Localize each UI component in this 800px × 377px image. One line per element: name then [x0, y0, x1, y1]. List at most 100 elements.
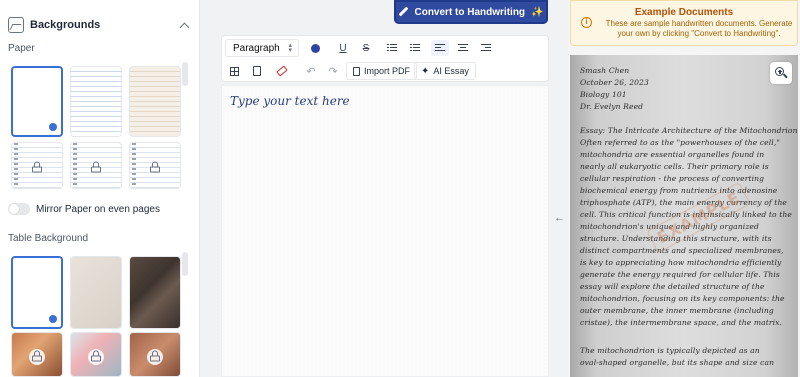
sample-line: Dr. Evelyn Reed — [580, 102, 644, 111]
sample-heading: Smash Chen October 26, 2023 Biology 101 … — [580, 65, 649, 113]
lock-icon — [32, 350, 42, 362]
numbered-list-button[interactable] — [406, 40, 424, 56]
image-icon — [8, 17, 24, 33]
undo-icon: ↶ — [306, 65, 316, 78]
sample-line: biochemical energy from nutrients into a… — [580, 186, 778, 195]
align-right-icon — [481, 44, 491, 52]
import-pdf-button[interactable]: Import PDF — [346, 62, 418, 80]
sparkles-icon: ✦ — [421, 65, 430, 77]
table-option-photo-3[interactable] — [129, 332, 181, 377]
convert-button-label: Convert to Handwriting — [414, 6, 526, 18]
import-pdf-label: Import PDF — [364, 66, 411, 76]
text-color-button[interactable] — [306, 40, 324, 56]
lock-icon — [150, 350, 160, 362]
sample-line: nearly all eukaryotic cells. Their prima… — [580, 162, 769, 171]
mirror-paper-row: Mirror Paper on even pages — [8, 203, 160, 215]
examples-panel: Example Documents i These are sample han… — [568, 0, 800, 377]
mirror-paper-label: Mirror Paper on even pages — [36, 203, 160, 215]
paper-option-lined[interactable] — [70, 66, 122, 137]
document-icon — [253, 66, 261, 76]
backgrounds-panel: Backgrounds Paper Mirror Paper on even p… — [0, 0, 200, 377]
example-documents-notice: Example Documents i These are sample han… — [570, 0, 798, 46]
paper-option-spiral-2[interactable] — [70, 142, 122, 189]
backgrounds-header[interactable]: Backgrounds — [8, 15, 192, 35]
chevron-up-icon[interactable] — [179, 22, 190, 32]
redo-button[interactable]: ↷ — [324, 63, 342, 79]
sample-line: essay will explore the detailed structur… — [580, 282, 765, 291]
bullet-list-icon — [387, 44, 397, 52]
sample-line: October 26, 2023 — [580, 78, 649, 87]
eraser-icon — [276, 65, 288, 77]
mirror-paper-toggle[interactable] — [8, 203, 30, 215]
underline-button[interactable]: U — [334, 40, 352, 56]
convert-to-handwriting-button[interactable]: Convert to Handwriting ✨ — [394, 0, 548, 24]
table-scrollbar[interactable] — [182, 252, 188, 276]
sample-line: mitochondria are essential organelles fo… — [580, 150, 765, 159]
paper-option-lined-warm[interactable] — [129, 66, 181, 137]
table-option-photo-2[interactable] — [70, 332, 122, 377]
sample-line: is key to appreciating how mitochondria … — [580, 258, 782, 267]
table-background-label: Table Background — [8, 233, 89, 244]
numbered-list-icon — [410, 44, 420, 52]
bullet-list-button[interactable] — [383, 40, 401, 56]
align-right-button[interactable] — [477, 40, 495, 56]
page-button[interactable] — [248, 63, 266, 79]
paper-label: Paper — [8, 43, 35, 54]
paper-option-spiral-1[interactable] — [11, 142, 63, 189]
align-center-icon — [458, 44, 468, 52]
backgrounds-title: Backgrounds — [30, 19, 101, 31]
ai-essay-button[interactable]: ✦ AI Essay — [414, 62, 476, 80]
table-icon — [229, 66, 239, 76]
align-left-icon — [435, 44, 445, 52]
editor-canvas[interactable]: Type your text here — [221, 85, 549, 377]
paper-grid — [8, 62, 190, 189]
table-button[interactable] — [225, 63, 243, 79]
sample-line: The mitochondrion is typically depicted … — [580, 346, 760, 355]
sparkle-icon: ✨ — [531, 6, 544, 18]
sample-line: mitochondrion, focusing on its key compo… — [580, 294, 785, 303]
notice-text: These are sample handwritten documents. … — [605, 19, 793, 38]
redo-icon: ↷ — [328, 65, 338, 78]
table-option-white[interactable] — [11, 256, 63, 329]
lock-icon — [32, 161, 42, 173]
align-center-button[interactable] — [454, 40, 472, 56]
table-option-light-wood[interactable] — [70, 256, 122, 329]
paper-option-blank[interactable] — [11, 66, 63, 137]
align-left-button[interactable] — [431, 40, 449, 56]
sample-tail: The mitochondrion is typically depicted … — [580, 345, 774, 369]
undo-button[interactable]: ↶ — [302, 63, 320, 79]
sample-document: Smash Chen October 26, 2023 Biology 101 … — [570, 55, 798, 377]
table-option-photo-1[interactable] — [11, 332, 63, 377]
sample-line: Smash Chen — [580, 66, 630, 75]
table-background-grid — [8, 252, 190, 377]
sample-line: Often referred to as the "powerhouses of… — [580, 138, 780, 147]
arrow-left-icon[interactable]: ← — [554, 212, 565, 224]
paper-option-spiral-3[interactable] — [129, 142, 181, 189]
strikethrough-button[interactable]: S — [357, 40, 375, 56]
paragraph-style-select[interactable]: Paragraph ▴ ▾ — [225, 39, 299, 57]
lock-icon — [150, 161, 160, 173]
table-option-dark-wood[interactable] — [129, 256, 181, 329]
paper-scrollbar[interactable] — [182, 62, 188, 86]
select-arrows-icon: ▴ ▾ — [288, 42, 292, 54]
pen-icon — [398, 7, 408, 17]
selected-indicator — [49, 123, 57, 131]
lock-icon — [91, 161, 101, 173]
sample-line: outer membrane, the inner membrane (incl… — [580, 306, 774, 315]
sample-line: distinct compartments and specialized me… — [580, 246, 784, 255]
lock-icon — [91, 350, 101, 362]
editor-placeholder: Type your text here — [230, 94, 350, 108]
file-icon — [353, 66, 360, 76]
editor-toolbar: Paragraph ▴ ▾ U S ↶ ↷ Import PDF ✦ AI Es… — [221, 35, 549, 82]
sample-line: oval-shaped organelle, but its shape and… — [580, 358, 775, 367]
notice-title: Example Documents — [634, 7, 734, 18]
zoom-in-button[interactable] — [770, 62, 792, 84]
sample-line: cellular respiration - the process of co… — [580, 174, 765, 183]
paragraph-style-value: Paragraph — [233, 42, 280, 54]
sample-line: Essay: The Intricate Architecture of the… — [580, 126, 798, 135]
clear-format-button[interactable] — [273, 63, 291, 79]
ai-essay-label: AI Essay — [433, 66, 469, 76]
selected-indicator — [49, 315, 57, 323]
sample-line: generate the energy required for cellula… — [580, 270, 780, 279]
color-swatch — [310, 43, 320, 53]
